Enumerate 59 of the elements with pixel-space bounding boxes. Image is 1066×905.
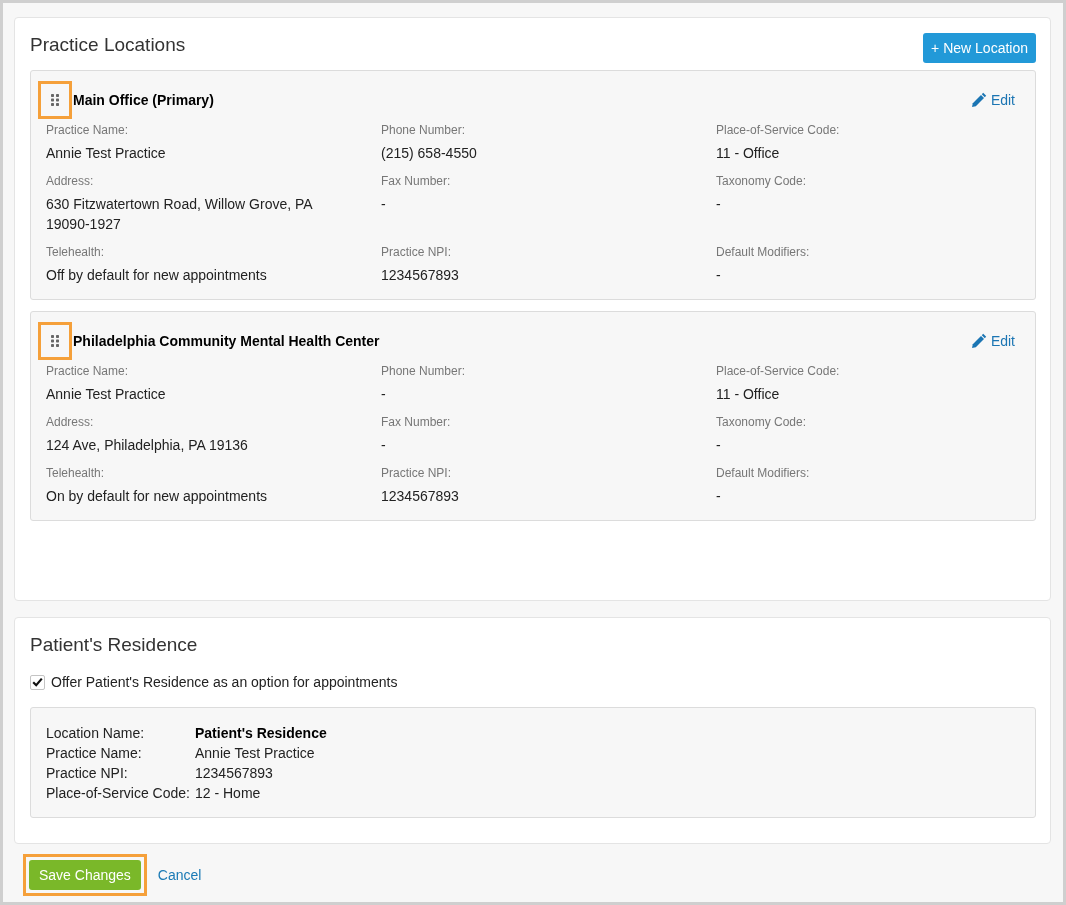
field-value: -: [381, 385, 387, 404]
detail-value: Patient's Residence: [195, 724, 327, 743]
field-value: On by default for new appointments: [46, 487, 269, 506]
field-label: Telehealth:: [46, 465, 106, 482]
field-label: Phone Number:: [381, 363, 467, 380]
field-value: 124 Ave, Philadelphia, PA 19136: [46, 436, 249, 455]
field-label: Practice NPI:: [381, 465, 453, 482]
cancel-link[interactable]: Cancel: [157, 864, 202, 886]
field-value: -: [381, 436, 387, 455]
field-label: Taxonomy Code:: [716, 414, 808, 431]
edit-link[interactable]: Edit: [970, 89, 1015, 111]
field-label: Place-of-Service Code:: [716, 122, 841, 139]
field-value: -: [716, 436, 722, 455]
drag-handle-icon[interactable]: [51, 94, 59, 106]
field-label: Phone Number:: [381, 122, 467, 139]
field-label: Practice NPI:: [381, 244, 453, 261]
edit-link[interactable]: Edit: [970, 330, 1015, 352]
save-changes-button[interactable]: Save Changes: [29, 860, 141, 890]
field-value: -: [381, 195, 387, 214]
field-label: Fax Number:: [381, 414, 452, 431]
field-value: Off by default for new appointments: [46, 266, 268, 285]
field-value: Annie Test Practice: [46, 144, 167, 163]
field-value: 11 - Office: [716, 144, 781, 163]
detail-label: Practice Name:: [46, 744, 143, 763]
offer-residence-checkbox[interactable]: [30, 674, 45, 690]
location-title: Main Office (Primary): [73, 90, 214, 110]
detail-label: Place-of-Service Code:: [46, 784, 191, 803]
field-value: -: [716, 195, 722, 214]
field-label: Taxonomy Code:: [716, 173, 808, 190]
checkbox-label: Offer Patient's Residence as an option for appointments: [51, 673, 398, 692]
field-label: Place-of-Service Code:: [716, 363, 841, 380]
field-label: Address:: [46, 173, 95, 190]
detail-value: Annie Test Practice: [195, 744, 315, 763]
field-label: Practice Name:: [46, 363, 130, 380]
field-value: (215) 658-4550: [381, 144, 478, 163]
pencil-icon: [970, 333, 987, 349]
field-value: 11 - Office: [716, 385, 781, 404]
panel-title: Practice Locations: [30, 33, 186, 57]
detail-value: 12 - Home: [195, 784, 261, 803]
drag-handle-icon[interactable]: [51, 335, 59, 347]
location-title: Philadelphia Community Mental Health Center: [73, 331, 380, 351]
field-value: 1234567893: [381, 487, 460, 506]
field-value: Annie Test Practice: [46, 385, 167, 404]
detail-label: Location Name:: [46, 724, 146, 743]
field-label: Fax Number:: [381, 173, 452, 190]
field-label: Address:: [46, 414, 95, 431]
field-value: -: [716, 487, 722, 506]
field-value: -: [716, 266, 722, 285]
pencil-icon: [970, 92, 987, 108]
field-label: Default Modifiers:: [716, 244, 811, 261]
field-label: Practice Name:: [46, 122, 130, 139]
field-label: Default Modifiers:: [716, 465, 811, 482]
new-location-button[interactable]: + New Location: [923, 33, 1036, 63]
panel-title: Patient's Residence: [30, 633, 199, 657]
field-value: 630 Fitzwatertown Road, Willow Grove, PA 19090-1927: [46, 195, 314, 234]
detail-value: 1234567893: [195, 764, 273, 783]
field-label: Telehealth:: [46, 244, 106, 261]
detail-label: Practice NPI:: [46, 764, 129, 783]
field-value: 1234567893: [381, 266, 460, 285]
